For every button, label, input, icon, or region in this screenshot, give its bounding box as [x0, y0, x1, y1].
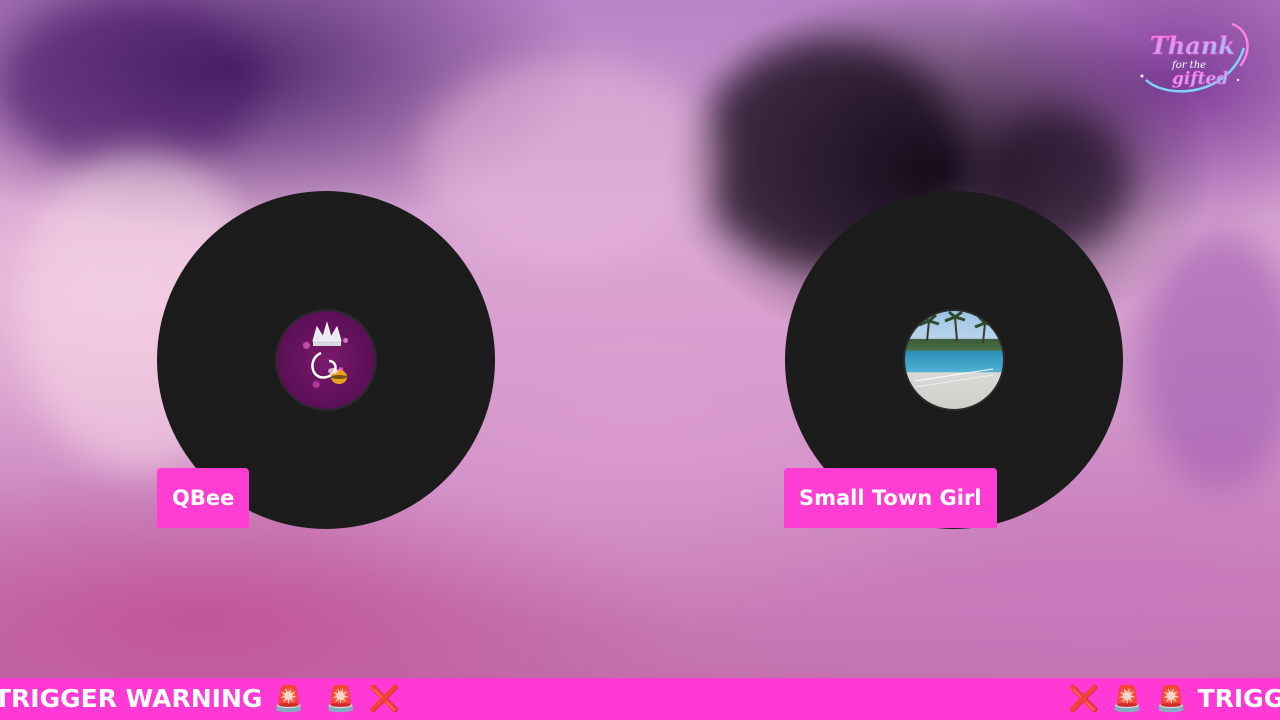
ticker-text: TRIGGER WARNING [0, 684, 263, 713]
siren-icon: 🚨 [324, 684, 357, 713]
smoke-wisp [1140, 230, 1280, 490]
palm-tree-icon [914, 311, 996, 388]
logo-text-gifted: gifted [1172, 69, 1228, 89]
crown-icon [311, 321, 347, 384]
smoke-wisp [420, 60, 720, 260]
ticker-segment: ❌ 🚨 🚨 TRIGGER [1066, 678, 1280, 720]
avatar [903, 309, 1005, 411]
smoke-wisp [0, 0, 260, 170]
siren-icon: 🚨 [1155, 684, 1187, 713]
ticker-text: TRIGGER [1197, 684, 1280, 713]
logo-text-thank: Thank [1150, 31, 1235, 60]
thank-for-the-gifted-logo: Thank for the gifted [1140, 22, 1249, 93]
x-mark-icon: ❌ [368, 684, 400, 713]
trigger-warning-ticker: TRIGGER WARNING 🚨 🚨 ❌ ❌ 🚨 🚨 TRIGGER [0, 678, 1280, 720]
siren-icon: 🚨 [273, 684, 305, 713]
participant-name-tag: Small Town Girl [784, 468, 997, 528]
ticker-segment: TRIGGER WARNING 🚨 🚨 ❌ [0, 678, 402, 720]
x-mark-icon: ❌ [1068, 684, 1100, 713]
stream-overlay: Thank for the gifted QBee Small Town Gir… [0, 0, 1280, 720]
avatar [275, 309, 377, 411]
siren-icon: 🚨 [1111, 684, 1143, 713]
participant-name-tag: QBee [157, 468, 250, 528]
